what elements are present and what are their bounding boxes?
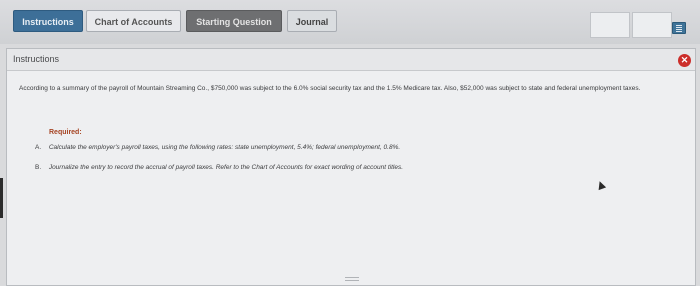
requirement-letter: A. (35, 144, 42, 151)
required-label: Required: (49, 129, 82, 136)
close-icon[interactable]: ✕ (678, 54, 691, 67)
requirement-item: B. Journalize the entry to record the ac… (35, 164, 403, 171)
toolbar-blank-button[interactable] (632, 12, 672, 38)
requirement-item: A. Calculate the employer's payroll taxe… (35, 144, 400, 151)
tab-journal[interactable]: Journal (287, 10, 337, 32)
top-toolbar: Instructions Chart of Accounts Starting … (0, 0, 700, 44)
toolbar-blank-button[interactable] (590, 12, 630, 38)
tab-chart-of-accounts[interactable]: Chart of Accounts (86, 10, 181, 32)
panel-header: Instructions ✕ (7, 49, 695, 71)
requirement-text: Journalize the entry to record the accru… (48, 164, 403, 171)
hamburger-menu-icon[interactable] (672, 22, 686, 34)
requirement-text: Calculate the employer's payroll taxes, … (48, 144, 401, 151)
resize-grip[interactable] (345, 277, 359, 281)
tab-starting-question[interactable]: Starting Question (186, 10, 282, 32)
window-edge (0, 178, 3, 218)
instructions-panel: Instructions ✕ According to a summary of… (6, 48, 696, 286)
instructions-body: According to a summary of the payroll of… (19, 85, 641, 92)
tab-instructions[interactable]: Instructions (13, 10, 83, 32)
panel-title: Instructions (13, 54, 60, 64)
requirement-letter: B. (35, 164, 42, 171)
